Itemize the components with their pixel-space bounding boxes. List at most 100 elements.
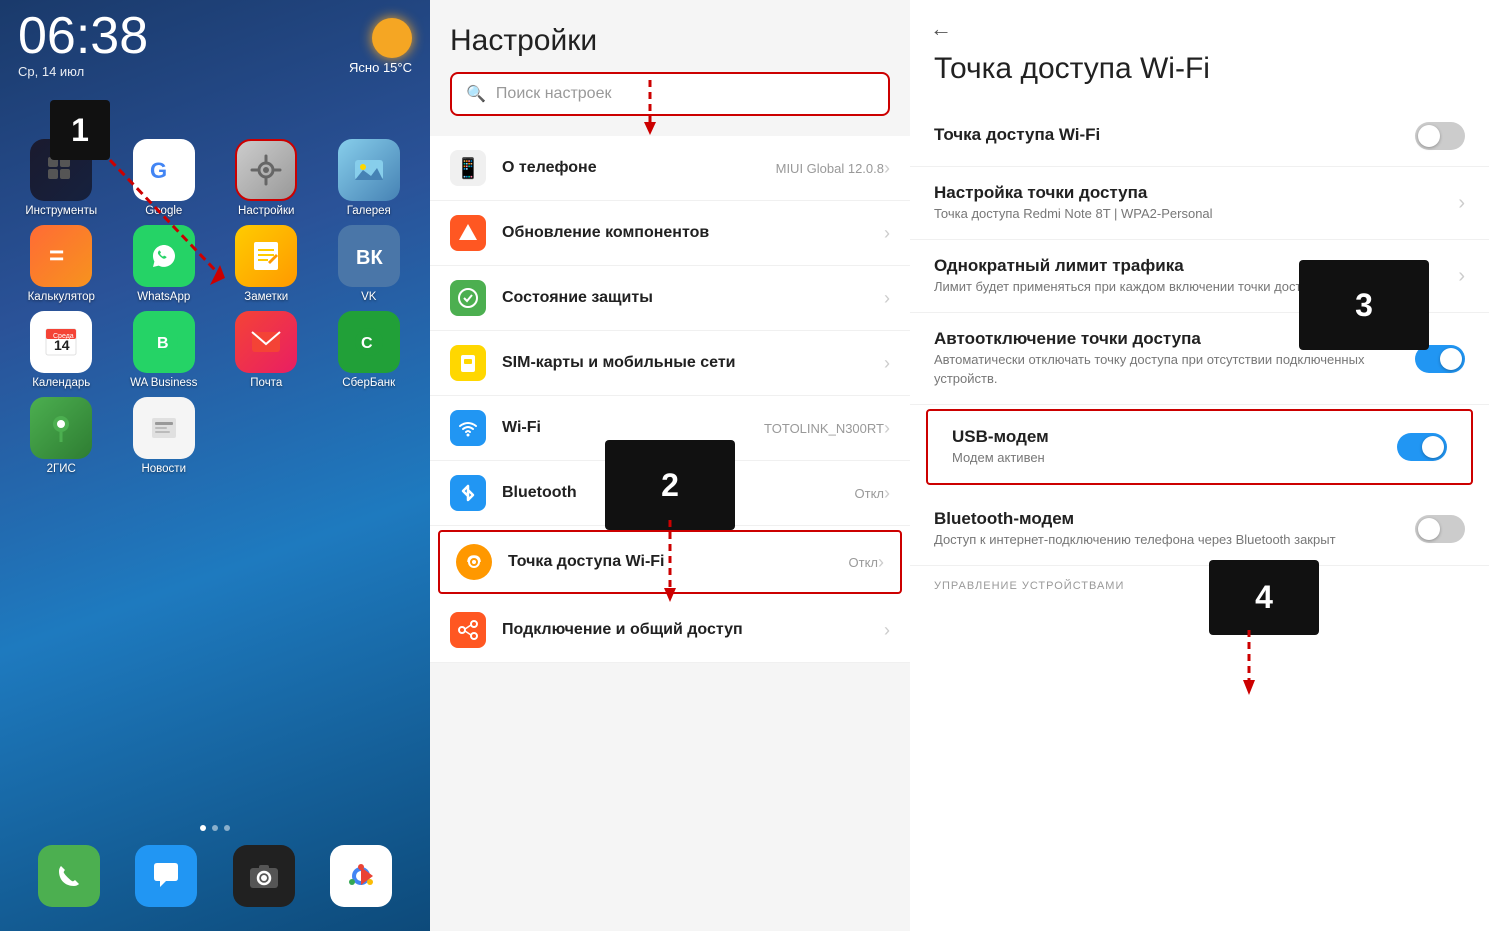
about-chevron: › — [884, 158, 890, 179]
bluetooth-modem-title: Bluetooth-модем — [934, 509, 1415, 529]
bluetooth-modem-toggle[interactable] — [1415, 515, 1465, 543]
sim-content: SIM-карты и мобильные сети — [502, 354, 884, 372]
settings-label: Настройки — [238, 205, 294, 217]
bluetooth-chevron: › — [884, 483, 890, 504]
vk-label: VK — [361, 291, 376, 303]
weather-icon — [372, 18, 412, 58]
app-news[interactable]: Новости — [119, 397, 209, 475]
search-placeholder: Поиск настроек — [496, 85, 612, 103]
wifi-chevron: › — [884, 418, 890, 439]
hotspot-wifi-toggle-title: Точка доступа Wi-Fi — [934, 125, 1415, 145]
wifi-icon — [450, 410, 486, 446]
gallery-icon — [338, 139, 400, 201]
app-mail[interactable]: Почта — [221, 311, 311, 389]
app-calendar[interactable]: Среда14 Календарь — [16, 311, 106, 389]
settings-item-security[interactable]: Состояние защиты › — [430, 266, 910, 331]
settings-item-about[interactable]: 📱 О телефоне MIUI Global 12.0.8 › — [430, 136, 910, 201]
bluetooth-modem-item[interactable]: Bluetooth-модем Доступ к интернет-подклю… — [910, 493, 1489, 566]
google-icon: G — [133, 139, 195, 201]
hotspot-content: Точка доступа Wi-Fi — [508, 553, 849, 571]
about-label: О телефоне — [502, 159, 776, 177]
search-box[interactable]: 🔍 Поиск настроек — [450, 72, 890, 116]
sberbank-icon: С — [338, 311, 400, 373]
security-icon — [450, 280, 486, 316]
hotspot-toggle-left: Точка доступа Wi-Fi — [934, 125, 1415, 147]
limit-chevron: › — [1458, 265, 1465, 288]
dock-phone[interactable] — [24, 845, 114, 911]
hotspot-config-title: Настройка точки доступа — [934, 183, 1458, 203]
google-label: Google — [145, 205, 182, 217]
dock-chrome[interactable] — [316, 845, 406, 911]
bluetooth-modem-left: Bluetooth-модем Доступ к интернет-подклю… — [934, 509, 1415, 549]
hotspot-icon — [456, 544, 492, 580]
svg-text:=: = — [49, 240, 64, 270]
app-geo[interactable]: 2ГИС — [16, 397, 106, 475]
app-google[interactable]: G Google — [119, 139, 209, 217]
hotspot-toggle-item[interactable]: Точка доступа Wi-Fi — [910, 106, 1489, 167]
dock-messages[interactable] — [121, 845, 211, 911]
hotspot-chevron: › — [878, 552, 884, 573]
app-whatsapp[interactable]: WhatsApp — [119, 225, 209, 303]
app-empty-1 — [221, 397, 311, 475]
app-calc[interactable]: = Калькулятор — [16, 225, 106, 303]
calc-icon: = — [30, 225, 92, 287]
svg-text:С: С — [361, 335, 373, 352]
sim-label: SIM-карты и мобильные сети — [502, 354, 884, 372]
app-settings[interactable]: Настройки — [221, 139, 311, 217]
geo-label: 2ГИС — [47, 463, 76, 475]
usb-modem-title: USB-модем — [952, 427, 1397, 447]
app-notes[interactable]: Заметки — [221, 225, 311, 303]
back-button[interactable]: ← — [910, 0, 1489, 42]
usb-modem-toggle[interactable] — [1397, 433, 1447, 461]
usb-modem-section: USB-модем Модем активен — [926, 409, 1473, 485]
settings-item-update[interactable]: Обновление компонентов › — [430, 201, 910, 266]
hotspot-config-item[interactable]: Настройка точки доступа Точка доступа Re… — [910, 167, 1489, 240]
mail-icon — [235, 311, 297, 373]
settings-item-connection[interactable]: Подключение и общий доступ › — [430, 598, 910, 663]
update-icon — [450, 215, 486, 251]
settings-item-sim[interactable]: SIM-карты и мобильные сети › — [430, 331, 910, 396]
notes-icon — [235, 225, 297, 287]
usb-modem-left: USB-модем Модем активен — [952, 427, 1397, 467]
app-wabusiness[interactable]: B WA Business — [119, 311, 209, 389]
app-sberbank[interactable]: С СберБанк — [324, 311, 414, 389]
security-chevron: › — [884, 288, 890, 309]
dot-1 — [200, 825, 206, 831]
security-content: Состояние защиты — [502, 289, 884, 307]
sim-chevron: › — [884, 353, 890, 374]
wabusiness-label: WA Business — [130, 377, 197, 389]
step-1-annotation: 1 — [50, 100, 110, 160]
wifi-content: Wi-Fi — [502, 419, 764, 437]
wifi-hotspot-panel: 3 ← Точка доступа Wi-Fi Точка доступа Wi… — [910, 0, 1489, 931]
hotspot-label: Точка доступа Wi-Fi — [508, 553, 849, 571]
whatsapp-icon — [133, 225, 195, 287]
update-label: Обновление компонентов — [502, 224, 884, 242]
hotspot-wifi-toggle[interactable] — [1415, 122, 1465, 150]
status-bar: 06:38 Ср, 14 июл Ясно 15°C — [0, 0, 430, 79]
bluetooth-value: Откл — [855, 486, 885, 501]
notes-label: Заметки — [244, 291, 288, 303]
svg-text:14: 14 — [54, 337, 70, 353]
whatsapp-label: WhatsApp — [137, 291, 190, 303]
geo-icon — [30, 397, 92, 459]
connection-content: Подключение и общий доступ — [502, 621, 884, 639]
settings-icon — [235, 139, 297, 201]
config-chevron: › — [1458, 192, 1465, 215]
update-chevron: › — [884, 223, 890, 244]
hotspot-config-desc: Точка доступа Redmi Note 8T | WPA2-Perso… — [934, 205, 1458, 223]
news-icon — [133, 397, 195, 459]
time-display: 06:38 — [18, 10, 148, 62]
settings-item-hotspot[interactable]: Точка доступа Wi-Fi Откл › — [438, 530, 902, 594]
usb-modem-item[interactable]: USB-модем Модем активен — [928, 411, 1471, 483]
dock-camera[interactable] — [219, 845, 309, 911]
svg-text:B: B — [157, 335, 169, 352]
vk-icon: ВК — [338, 225, 400, 287]
app-vk[interactable]: ВК VK — [324, 225, 414, 303]
search-icon: 🔍 — [466, 84, 486, 104]
hotspot-config-left: Настройка точки доступа Точка доступа Re… — [934, 183, 1458, 223]
settings-title: Настройки — [450, 24, 890, 58]
app-gallery[interactable]: Галерея — [324, 139, 414, 217]
tools-label: Инструменты — [25, 205, 97, 217]
calc-label: Калькулятор — [28, 291, 95, 303]
sim-icon — [450, 345, 486, 381]
